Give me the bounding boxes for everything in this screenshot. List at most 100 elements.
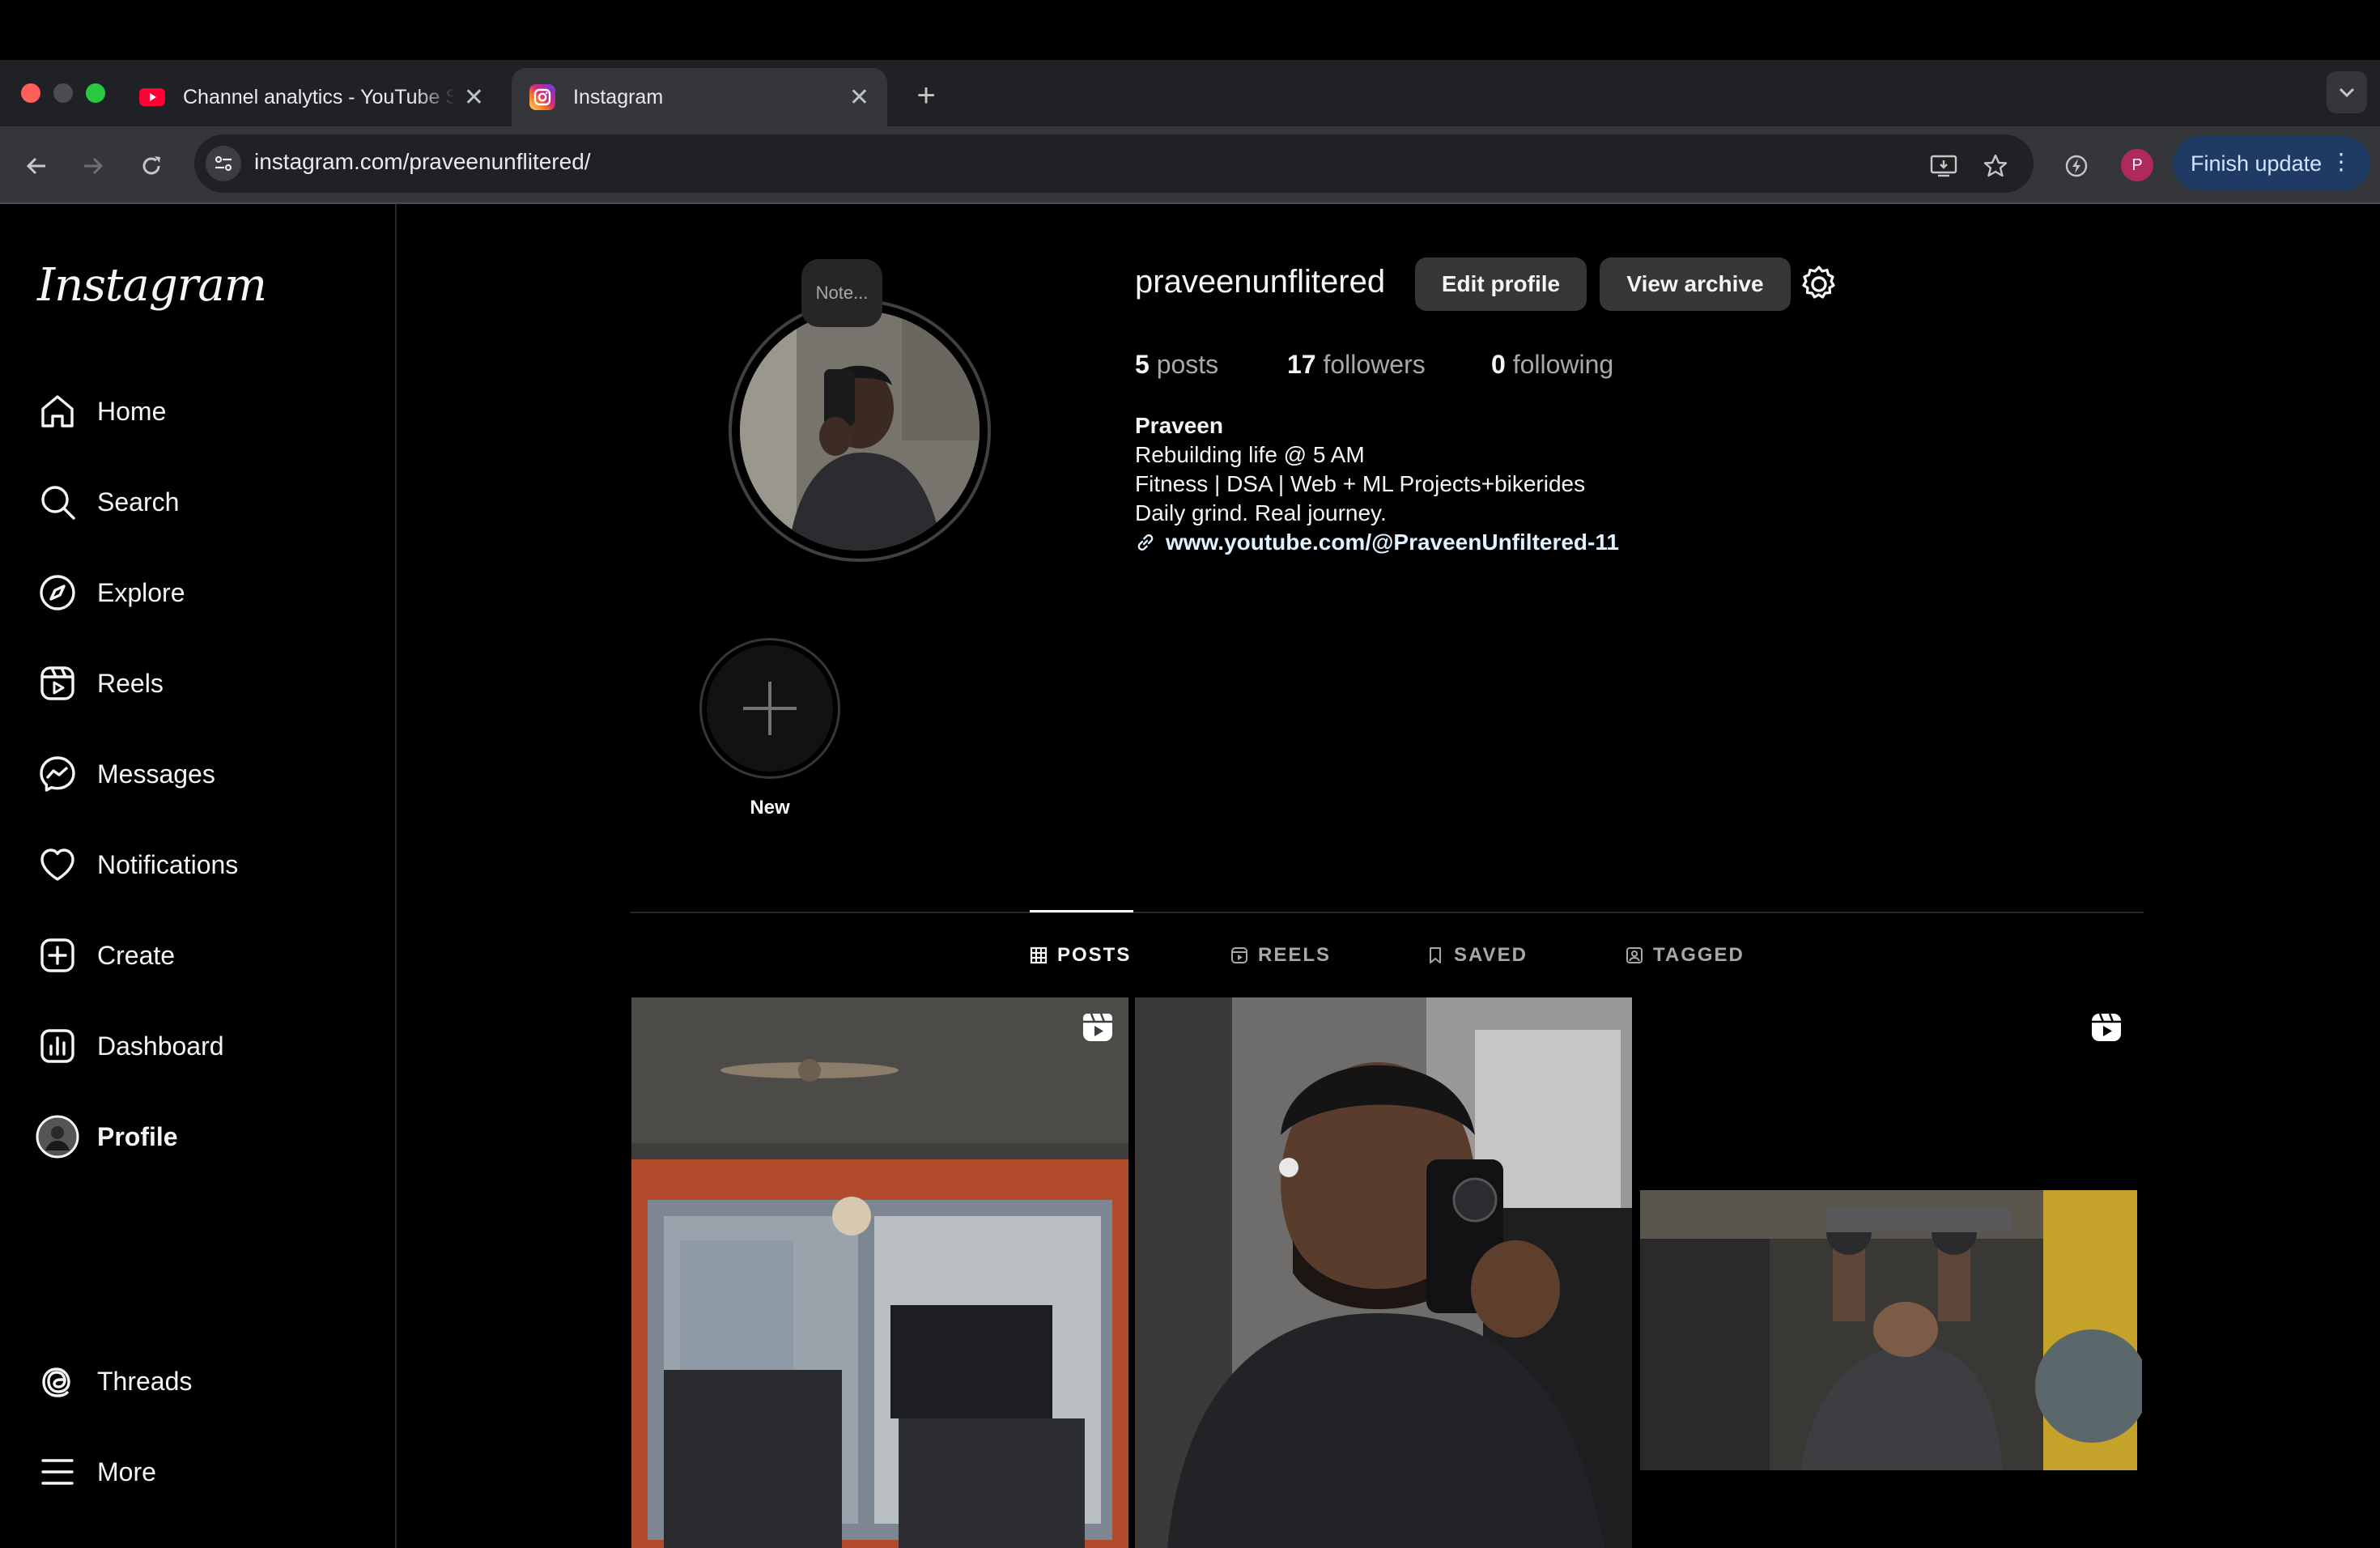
sidebar-item-more[interactable]: More	[36, 1446, 156, 1498]
chevron-down-icon	[2339, 87, 2355, 98]
plus-icon	[743, 682, 797, 735]
tab-title: Channel analytics - YouTube Studio	[183, 85, 456, 108]
tab-saved[interactable]: SAVED	[1426, 941, 1528, 970]
search-icon	[36, 480, 79, 524]
site-settings-icon[interactable]	[206, 146, 241, 181]
settings-button[interactable]	[1797, 262, 1841, 306]
following-label: following	[1512, 350, 1614, 379]
bio-link-text: www.youtube.com/@PraveenUnfiltered-11	[1166, 529, 1619, 555]
forward-button[interactable]	[73, 146, 113, 186]
back-button[interactable]	[16, 146, 57, 186]
sidebar-item-home[interactable]: Home	[36, 385, 166, 437]
tab-label: REELS	[1258, 944, 1332, 966]
close-tab-icon[interactable]: ✕	[464, 83, 484, 112]
dashboard-icon	[36, 1024, 79, 1068]
tag-user-icon	[1626, 946, 1643, 964]
sidebar-item-explore[interactable]: Explore	[36, 567, 185, 619]
followers-count-value: 17	[1287, 350, 1316, 379]
tab-reels[interactable]: REELS	[1230, 941, 1331, 970]
tab-label: SAVED	[1454, 944, 1528, 966]
plus-square-icon	[36, 933, 79, 977]
sidebar-item-label: Explore	[97, 577, 185, 607]
chrome-profile-avatar[interactable]: P	[2121, 149, 2153, 181]
instagram-icon	[529, 84, 555, 110]
speed-icon	[2065, 155, 2088, 177]
close-tab-icon[interactable]: ✕	[849, 83, 869, 112]
reload-button[interactable]	[131, 146, 172, 186]
sidebar-item-notifications[interactable]: Notifications	[36, 839, 238, 891]
post-image	[1638, 997, 2142, 1548]
performance-button[interactable]	[2056, 146, 2097, 186]
new-highlight-button[interactable]	[699, 638, 840, 779]
sidebar-item-label: Notifications	[97, 849, 239, 879]
link-icon	[1137, 534, 1154, 551]
bookmark-star-button[interactable]	[1975, 146, 2016, 186]
instagram-logo[interactable]: Instagram	[37, 259, 267, 312]
edit-profile-button[interactable]: Edit profile	[1415, 257, 1587, 311]
profile-username: praveenunflitered	[1135, 264, 1386, 300]
compass-icon	[36, 571, 79, 615]
arrow-right-icon	[84, 157, 104, 175]
browser-tab-youtube[interactable]: Channel analytics - YouTube Studio ✕	[121, 68, 502, 126]
youtube-icon	[139, 84, 165, 110]
profile-full-name: Praveen	[1135, 413, 1223, 438]
reels-icon	[1230, 946, 1248, 964]
sidebar-item-search[interactable]: Search	[36, 476, 179, 528]
messenger-icon	[36, 752, 79, 796]
sidebar-item-label: Home	[97, 396, 167, 426]
sidebar-item-label: Dashboard	[97, 1031, 224, 1061]
grid-icon	[1030, 946, 1048, 964]
sidebar-item-label: Search	[97, 487, 180, 517]
tab-label: TAGGED	[1653, 944, 1745, 966]
sidebar-item-label: Threads	[97, 1366, 193, 1396]
arrow-left-icon	[26, 157, 45, 175]
sidebar-item-dashboard[interactable]: Dashboard	[36, 1020, 224, 1072]
new-highlight-label: New	[750, 797, 790, 819]
profile-picture[interactable]	[740, 311, 980, 551]
minimize-window-button[interactable]	[53, 83, 73, 103]
tab-tagged[interactable]: TAGGED	[1626, 941, 1745, 970]
view-archive-button[interactable]: View archive	[1600, 257, 1791, 311]
close-window-button[interactable]	[21, 83, 40, 103]
sidebar-item-label: Reels	[97, 668, 164, 698]
post-tile[interactable]	[1638, 997, 2142, 1548]
browser-tab-instagram[interactable]: Instagram ✕	[512, 68, 887, 126]
post-image	[631, 997, 1128, 1548]
posts-count: 5 posts	[1135, 350, 1218, 380]
tab-search-button[interactable]	[2327, 71, 2367, 113]
install-app-button[interactable]	[1923, 146, 1964, 186]
bookmark-icon	[1426, 946, 1444, 964]
post-image	[1135, 997, 1632, 1548]
sidebar-item-messages[interactable]: Messages	[36, 748, 215, 800]
sidebar-item-create[interactable]: Create	[36, 929, 175, 981]
new-tab-button[interactable]: +	[905, 74, 947, 117]
tab-label: POSTS	[1057, 944, 1132, 966]
threads-icon	[36, 1359, 79, 1403]
sidebar-item-threads[interactable]: Threads	[36, 1355, 192, 1407]
tab-posts[interactable]: POSTS	[1030, 941, 1131, 970]
post-tile[interactable]	[631, 997, 1128, 1548]
following-link[interactable]: 0 following	[1491, 350, 1613, 380]
post-tile[interactable]	[1135, 997, 1632, 1548]
posts-label: posts	[1156, 350, 1219, 379]
maximize-window-button[interactable]	[86, 83, 105, 103]
followers-link[interactable]: 17 followers	[1287, 350, 1426, 380]
bio-link[interactable]: www.youtube.com/@PraveenUnfiltered-11	[1135, 529, 1619, 555]
url-text[interactable]: instagram.com/praveenunflitered/	[254, 149, 591, 175]
tab-title: Instagram	[573, 85, 664, 108]
note-bubble[interactable]: Note...	[801, 259, 882, 327]
heart-icon	[36, 843, 79, 887]
star-icon	[1983, 154, 2008, 177]
followers-label: followers	[1323, 350, 1426, 379]
sidebar-item-reels[interactable]: Reels	[36, 657, 164, 709]
reel-indicator-icon	[1080, 1009, 1116, 1044]
bio-line: Daily grind. Real journey.	[1135, 500, 1387, 525]
more-vertical-icon: ⋮	[2330, 149, 2352, 174]
sidebar-item-label: More	[97, 1457, 156, 1486]
gear-icon	[1802, 266, 1835, 299]
following-count-value: 0	[1491, 350, 1506, 379]
reels-icon	[36, 661, 79, 705]
profile-tabs-divider	[630, 912, 2144, 913]
finish-update-button[interactable]: Finish update ⋮	[2173, 136, 2370, 191]
sidebar-item-profile[interactable]: Profile	[36, 1111, 178, 1163]
